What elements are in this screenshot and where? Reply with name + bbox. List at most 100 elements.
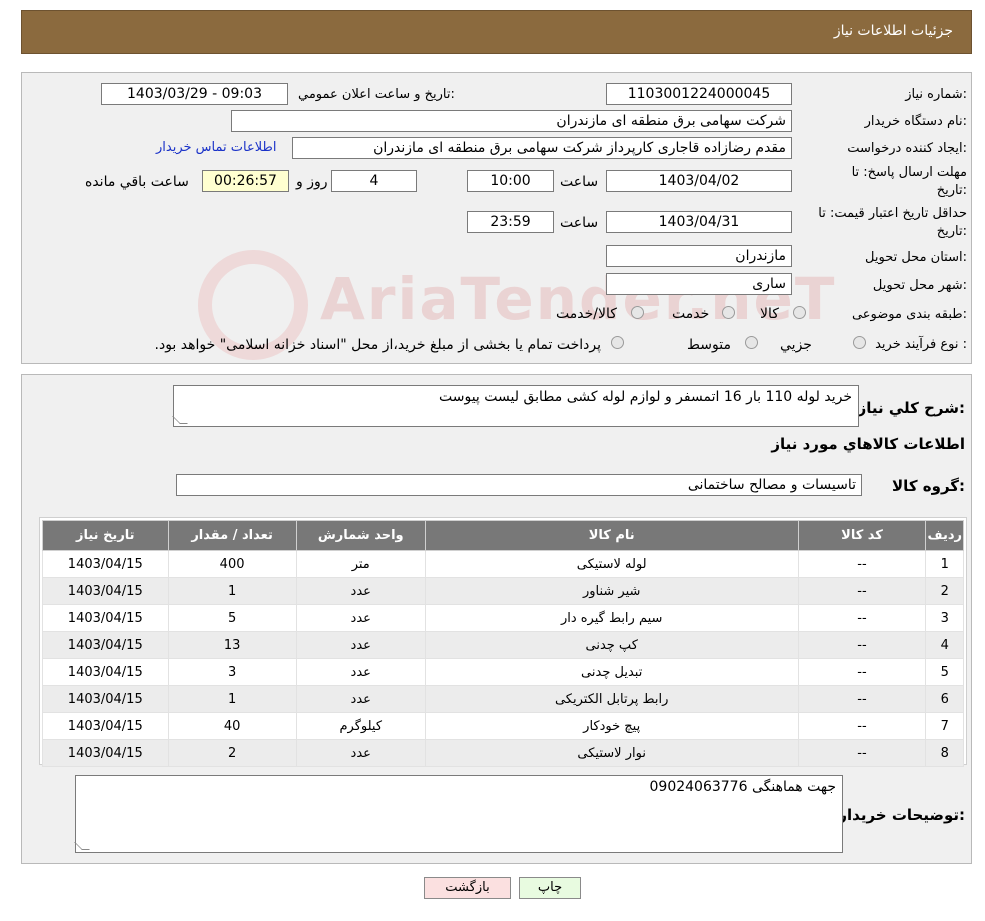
cell-need-date: 1403/04/15 [42, 685, 169, 713]
city-label: شهر محل تحویل: [872, 278, 967, 293]
cell-row-no: 3 [925, 604, 964, 632]
process-option-medium: متوسط [687, 337, 731, 353]
table-row: 2 -- شیر شناور عدد 1 1403/04/15 [42, 577, 964, 605]
buyer-notes-field: 09024063776 جهت هماهنگی [74, 775, 843, 853]
category-option-goods-service: کالا/خدمت [556, 306, 617, 322]
col-header-item-name: نام کالا [424, 520, 799, 551]
buyer-notes-text: 09024063776 جهت هماهنگی [649, 779, 837, 795]
cell-unit: عدد [295, 631, 426, 659]
buyer-org-field: شرکت سهامی برق منطقه ای مازندران [231, 110, 792, 132]
table-row: 1 -- لوله لاستیکی متر 400 1403/04/15 [42, 550, 964, 578]
cell-quantity: 2 [167, 739, 297, 767]
city-field: ساری [606, 273, 792, 295]
back-button[interactable]: بازگشت [424, 877, 511, 899]
reply-days-label: روز و [296, 174, 328, 190]
cell-unit: متر [295, 550, 426, 578]
announce-datetime-label: تاریخ و ساعت اعلان عمومي: [298, 87, 455, 102]
col-header-quantity: تعداد / مقدار [167, 520, 297, 551]
cell-item-name: نوار لاستیکی [424, 739, 799, 767]
category-radio-goods-service[interactable] [631, 306, 644, 319]
requester-field: مقدم رضازاده قاجاری کارپرداز شرکت سهامی … [292, 137, 792, 159]
cell-quantity: 5 [167, 604, 297, 632]
cell-row-no: 5 [925, 658, 964, 686]
cell-quantity: 13 [167, 631, 297, 659]
buyer-notes-label: توضیحات خریدار: [838, 806, 965, 824]
cell-item-name: تبدیل چدنی [424, 658, 799, 686]
cell-quantity: 1 [167, 577, 297, 605]
resize-handle-icon[interactable] [172, 416, 188, 424]
cell-row-no: 1 [925, 550, 964, 578]
remaining-time-field: 00:26:57 [202, 170, 289, 192]
category-radio-service[interactable] [722, 306, 735, 319]
process-label: نوع فرآیند خرید : [875, 337, 967, 352]
table-row: 6 -- رابط پرتابل الکتریکی عدد 1 1403/04/… [42, 685, 964, 713]
cell-row-no: 7 [925, 712, 964, 740]
cell-unit: عدد [295, 739, 426, 767]
treasury-checkbox[interactable] [611, 336, 624, 349]
reply-deadline-time-label: ساعت [560, 174, 599, 190]
cell-need-date: 1403/04/15 [42, 577, 169, 605]
reply-deadline-time-field: 10:00 [467, 170, 554, 192]
cell-need-date: 1403/04/15 [42, 631, 169, 659]
col-header-item-code: کد کالا [797, 520, 927, 551]
price-validity-label-date: تاریخ: [936, 224, 967, 239]
goods-group-label: گروه کالا: [892, 477, 965, 495]
reply-deadline-date-field: 1403/04/02 [606, 170, 792, 192]
cell-item-name: لوله لاستیکی [424, 550, 799, 578]
print-button[interactable]: چاپ [519, 877, 581, 899]
col-header-row-no: رديف [925, 520, 964, 551]
cell-row-no: 6 [925, 685, 964, 713]
cell-unit: عدد [295, 658, 426, 686]
category-radio-goods[interactable] [793, 306, 806, 319]
summary-text: خرید لوله 110 بار 16 اتمسفر و لوازم لوله… [438, 389, 852, 405]
process-radio-minor[interactable] [853, 336, 866, 349]
table-row: 8 -- نوار لاستیکی عدد 2 1403/04/15 [42, 739, 964, 767]
cell-item-name: کپ چدنی [424, 631, 799, 659]
cell-quantity: 400 [167, 550, 297, 578]
province-label: استان محل تحویل: [865, 250, 967, 265]
reply-deadline-label: مهلت ارسال پاسخ: تا [851, 165, 967, 180]
cell-quantity: 40 [167, 712, 297, 740]
province-field: مازندران [606, 245, 792, 267]
price-validity-time-label: ساعت [560, 215, 599, 231]
cell-item-code: -- [797, 739, 927, 767]
summary-field: خرید لوله 110 بار 16 اتمسفر و لوازم لوله… [172, 385, 859, 427]
summary-label: شرح كلي نياز: [857, 399, 965, 417]
cell-unit: عدد [295, 685, 426, 713]
price-validity-label: حداقل تاریخ اعتبار قیمت: تا [818, 206, 967, 221]
price-validity-time-field: 23:59 [467, 211, 554, 233]
cell-item-code: -- [797, 685, 927, 713]
cell-item-code: -- [797, 577, 927, 605]
need-number-field: 1103001224000045 [606, 83, 792, 105]
page-header: جزئیات اطلاعات نیاز [21, 10, 972, 54]
page-title: جزئیات اطلاعات نیاز [833, 23, 953, 39]
table-row: 4 -- کپ چدنی عدد 13 1403/04/15 [42, 631, 964, 659]
cell-row-no: 4 [925, 631, 964, 659]
process-radio-medium[interactable] [745, 336, 758, 349]
col-header-need-date: تاریخ نیاز [42, 520, 169, 551]
cell-row-no: 2 [925, 577, 964, 605]
cell-item-name: سیم رابط گیره دار [424, 604, 799, 632]
requester-label: ایجاد کننده درخواست: [847, 141, 967, 156]
cell-need-date: 1403/04/15 [42, 604, 169, 632]
cell-item-code: -- [797, 658, 927, 686]
cell-quantity: 1 [167, 685, 297, 713]
cell-need-date: 1403/04/15 [42, 658, 169, 686]
cell-quantity: 3 [167, 658, 297, 686]
resize-handle-icon[interactable] [74, 842, 90, 850]
cell-item-name: پیچ خودکار [424, 712, 799, 740]
announce-datetime-field: 1403/03/29 - 09:03 [101, 83, 288, 105]
goods-section-title: اطلاعات كالاهاي مورد نياز [771, 435, 965, 453]
cell-need-date: 1403/04/15 [42, 712, 169, 740]
cell-item-name: شیر شناور [424, 577, 799, 605]
process-option-minor: جزيي [780, 337, 812, 353]
category-option-service: خدمت [672, 306, 710, 322]
cell-need-date: 1403/04/15 [42, 739, 169, 767]
table-row: 7 -- پیچ خودکار کیلوگرم 40 1403/04/15 [42, 712, 964, 740]
category-option-goods: کالا [760, 306, 779, 322]
buyer-contact-link[interactable]: اطلاعات تماس خریدار [156, 140, 276, 155]
cell-unit: کیلوگرم [295, 712, 426, 740]
need-number-label: شماره نیاز: [905, 87, 967, 102]
reply-days-field: 4 [331, 170, 417, 192]
items-table: رديف کد کالا نام کالا واحد شمارش تعداد /… [42, 520, 964, 767]
